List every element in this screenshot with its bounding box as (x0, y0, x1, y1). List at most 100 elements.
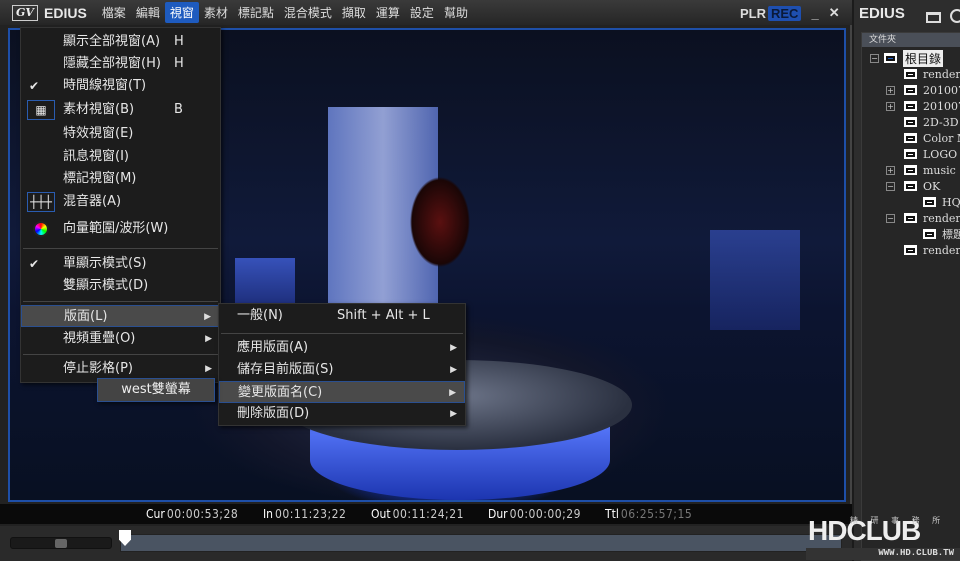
menu-item-show-all[interactable]: 顯示全部視窗(A) H (21, 31, 220, 53)
menu-item-freeze-frame[interactable]: 停止影格(P) ▶ (21, 358, 220, 380)
tc-out: Out 00:11:24;21 (371, 507, 464, 521)
tree-node[interactable]: LOGO (904, 146, 957, 162)
menu-separator (221, 333, 463, 334)
menu-mode[interactable]: 混合模式 (279, 2, 337, 23)
check-icon: ✔ (29, 257, 40, 271)
submenu-arrow-icon: ▶ (449, 388, 456, 398)
submenu-arrow-icon: ▶ (204, 312, 211, 322)
menu-help[interactable]: 幫助 (439, 2, 473, 23)
submenu-arrow-icon: ▶ (450, 365, 457, 375)
folder-tree: 文件夾 − 根目錄 render + 2010072 + 2010072 2D-… (861, 32, 960, 561)
menu-marker[interactable]: 標記點 (233, 2, 279, 23)
tree-node[interactable]: 根目錄 (884, 49, 944, 67)
tree-node[interactable]: render行 (904, 242, 960, 258)
menu-item-delete-layout[interactable]: 刪除版面(D) ▶ (219, 403, 465, 425)
menu-item-layout-west[interactable]: west雙螢幕 (97, 378, 215, 402)
menu-item-dual-mode[interactable]: 雙顯示模式(D) (21, 275, 220, 297)
hdclub-watermark: HDCLUB 精 研 事 務 所 WWW.HD.CLUB.TW (806, 515, 960, 561)
collapse-icon[interactable]: − (870, 54, 879, 63)
menu-item-apply-layout[interactable]: 應用版面(A) ▶ (219, 337, 465, 359)
tree-node[interactable]: render-I (904, 210, 960, 226)
tree-node[interactable]: Color M (904, 130, 960, 146)
menu-item-bin[interactable]: ▦ 素材視窗(B) B (21, 99, 220, 121)
bin-icon: ▦ (27, 100, 55, 120)
tc-ttl: Ttl 06:25:57;15 (605, 507, 693, 521)
menu-item-info[interactable]: 訊息視窗(I) (21, 146, 220, 168)
menu-file[interactable]: 檔案 (97, 2, 131, 23)
position-track[interactable] (120, 534, 842, 552)
tc-cur: Cur 00:00:53;28 (146, 507, 239, 521)
menu-item-single-mode[interactable]: ✔ 單顯示模式(S) (21, 253, 220, 275)
rec-button[interactable]: REC (768, 5, 802, 21)
folder-icon (904, 165, 917, 175)
menu-separator (23, 248, 218, 249)
player-mode-switch: PLR REC _ ✕ (740, 5, 840, 21)
submenu-arrow-icon: ▶ (205, 364, 212, 374)
folder-icon (904, 149, 917, 159)
menu-edit[interactable]: 編輯 (131, 2, 165, 23)
minimize-button[interactable]: _ (811, 6, 818, 21)
menu-item-save-layout[interactable]: 儲存目前版面(S) ▶ (219, 359, 465, 381)
folder-icon (923, 229, 936, 239)
folder-icon (904, 69, 917, 79)
tree-node[interactable]: OK (904, 178, 940, 194)
expand-icon[interactable]: + (886, 166, 895, 175)
folder-icon (904, 101, 917, 111)
mixer-icon: ┼┼┼ (27, 192, 55, 212)
menu-item-markers[interactable]: 標記視窗(M) (21, 168, 220, 190)
layout-submenu: 一般(N) Shift + Alt + L 應用版面(A) ▶ 儲存目前版面(S) ▶… (218, 303, 466, 426)
menu-render[interactable]: 運算 (371, 2, 405, 23)
timecode-bar: Cur 00:00:53;28 In 00:11:23;22 Out 00:11:24… (0, 504, 852, 524)
menu-window[interactable]: 視窗 (164, 2, 199, 23)
vectorscope-icon (27, 219, 55, 239)
submenu-arrow-icon: ▶ (450, 409, 457, 419)
menu-item-layout-general[interactable]: 一般(N) Shift + Alt + L (219, 305, 465, 327)
tree-node[interactable]: HQ (923, 194, 960, 210)
title-bar: GV EDIUS 檔案 編輯 視窗 素材 標記點 混合模式 擷取 運算 設定 幫… (0, 0, 852, 25)
bin-brand: EDIUS (859, 5, 905, 22)
shuttle-slider[interactable] (10, 537, 112, 549)
menu-capture[interactable]: 擷取 (337, 2, 371, 23)
menu-separator (23, 354, 218, 355)
collapse-icon[interactable]: − (886, 182, 895, 191)
menu-separator (23, 301, 218, 302)
tree-node[interactable]: render (904, 66, 960, 82)
folder-view-icon[interactable] (926, 12, 941, 23)
tree-header: 文件夾 (862, 33, 960, 47)
folder-icon (904, 117, 917, 127)
scrub-bar (0, 526, 852, 561)
tree-node[interactable]: music (904, 162, 956, 178)
menu-settings[interactable]: 設定 (405, 2, 439, 23)
scene-light-box (710, 230, 800, 330)
menu-clip[interactable]: 素材 (199, 2, 233, 23)
plr-button[interactable]: PLR (740, 6, 766, 21)
expand-icon[interactable]: + (886, 102, 895, 111)
expand-icon[interactable]: + (886, 86, 895, 95)
app-brand: EDIUS (44, 4, 87, 21)
tree-node[interactable]: 2010072 (904, 98, 960, 114)
check-icon: ✔ (29, 79, 40, 93)
menu-item-timeline[interactable]: ✔ 時間線視窗(T) (21, 75, 220, 97)
menu-item-effects[interactable]: 特效視窗(E) (21, 123, 220, 145)
folder-icon (904, 213, 917, 223)
menu-item-mixer[interactable]: ┼┼┼ 混音器(A) (21, 191, 220, 213)
tree-node[interactable]: 2010072 (904, 82, 960, 98)
window-menu: 顯示全部視窗(A) H 隱藏全部視窗(H) H ✔ 時間線視窗(T) ▦ 素材視窗(B)… (20, 27, 221, 383)
tree-node[interactable]: 2D-3D (904, 114, 959, 130)
menu-item-rename-layout[interactable]: 變更版面名(C) ▶ (219, 381, 465, 403)
folder-icon (904, 181, 917, 191)
shuttle-handle[interactable] (55, 539, 67, 548)
folder-icon (904, 85, 917, 95)
menu-item-hide-all[interactable]: 隱藏全部視窗(H) H (21, 53, 220, 75)
menu-item-vectorscope[interactable]: 向量範圍/波形(W) (21, 218, 220, 240)
close-button[interactable]: ✕ (829, 5, 840, 21)
collapse-icon[interactable]: − (886, 214, 895, 223)
menu-item-layout[interactable]: 版面(L) ▶ (21, 305, 220, 327)
tc-dur: Dur 00:00:00;29 (488, 507, 581, 521)
submenu-arrow-icon: ▶ (450, 343, 457, 353)
bin-panel: EDIUS 文件夾 − 根目錄 render + 2010072 + 20100… (854, 0, 960, 561)
tree-node[interactable]: 標題 (923, 226, 960, 242)
clip-view-icon[interactable] (950, 9, 960, 23)
menu-item-overlay[interactable]: 視頻重疊(O) ▶ (21, 328, 220, 350)
gv-logo: GV (12, 4, 38, 21)
